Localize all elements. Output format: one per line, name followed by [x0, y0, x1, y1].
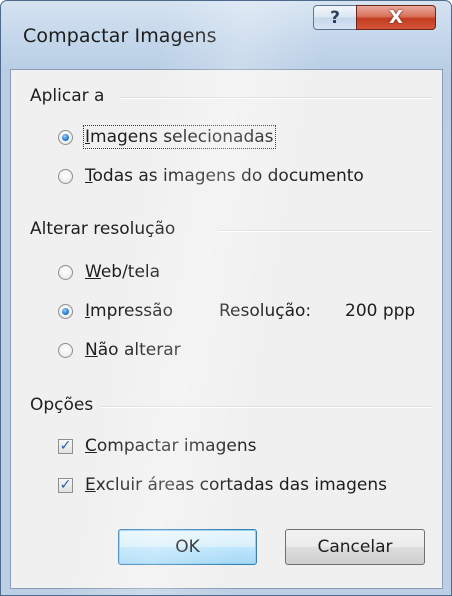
radio-button[interactable] [58, 264, 73, 280]
checkmark-icon: ✓ [59, 438, 72, 454]
radio-print-label: Impressão [85, 301, 173, 321]
radio-button[interactable] [58, 168, 73, 184]
accel-key: N [85, 340, 98, 360]
apply-group-label-text: Aplicar a [30, 86, 105, 106]
resolution-value: 200 ppp [345, 301, 416, 321]
checkmark-icon: ✓ [59, 477, 72, 493]
radio-selected-images-label: Imagens selecionadas [83, 125, 276, 149]
checkbox-compress-images[interactable]: ✓ Compactar imagens [58, 434, 256, 458]
resolution-group-label: Alterar resolução [30, 219, 175, 239]
dialog-body: Aplicar a Imagens selecionadas Todas as … [10, 69, 443, 589]
dialog-window: Compactar Imagens ? X Aplicar a Imagens … [0, 0, 452, 596]
checkbox-delete-cropped-label: Excluir áreas cortadas das imagens [85, 475, 387, 495]
label-rest: xcluir áreas cortadas das imagens [95, 475, 387, 495]
radio-web-screen[interactable]: Web/tela [58, 260, 160, 284]
label-rest: ão alterar [97, 340, 181, 360]
title-bar[interactable]: Compactar Imagens ? X [1, 1, 451, 57]
radio-button-checked[interactable] [58, 129, 73, 145]
radio-web-screen-label: Web/tela [85, 262, 160, 282]
help-icon: ? [330, 7, 340, 28]
close-icon: X [389, 7, 403, 28]
radio-print[interactable]: Impressão [58, 299, 173, 323]
label-rest: ompactar imagens [96, 436, 257, 456]
cancel-button[interactable]: Cancelar [285, 529, 425, 565]
accel-key: E [85, 475, 96, 495]
label-rest: magens selecionadas [90, 127, 274, 147]
options-group-label-text: Opções [30, 395, 94, 415]
checkbox-checked[interactable]: ✓ [58, 438, 73, 454]
resolution-group-divider [218, 230, 433, 232]
checkbox-checked[interactable]: ✓ [58, 477, 73, 493]
apply-group-divider [121, 97, 433, 99]
accel-key: W [85, 262, 101, 282]
checkbox-delete-cropped[interactable]: ✓ Excluir áreas cortadas das imagens [58, 473, 387, 497]
radio-no-change[interactable]: Não alterar [58, 338, 181, 362]
checkbox-compress-images-label: Compactar imagens [85, 436, 256, 456]
radio-selected-images[interactable]: Imagens selecionadas [58, 125, 276, 149]
label-rest: mpressão [90, 301, 173, 321]
radio-all-images[interactable]: Todas as imagens do documento [58, 164, 364, 188]
window-title: Compactar Imagens [23, 25, 217, 47]
radio-all-images-label: Todas as imagens do documento [85, 166, 364, 186]
resolution-label: Resolução: [219, 301, 312, 321]
accel-key: T [85, 166, 93, 186]
radio-no-change-label: Não alterar [85, 340, 181, 360]
close-button[interactable]: X [356, 5, 436, 30]
radio-button[interactable] [58, 342, 73, 358]
options-group-divider [101, 406, 433, 408]
label-rest: eb/tela [100, 262, 161, 282]
help-button[interactable]: ? [313, 5, 357, 30]
radio-button-checked[interactable] [58, 303, 73, 319]
options-group-label: Opções [30, 395, 93, 415]
resolution-group-label-text: Alterar resolução [30, 219, 176, 239]
accel-key: C [85, 436, 97, 456]
apply-group-label: Aplicar a [30, 86, 104, 106]
label-rest: odas as imagens do documento [92, 166, 364, 186]
ok-button[interactable]: OK [118, 529, 257, 565]
